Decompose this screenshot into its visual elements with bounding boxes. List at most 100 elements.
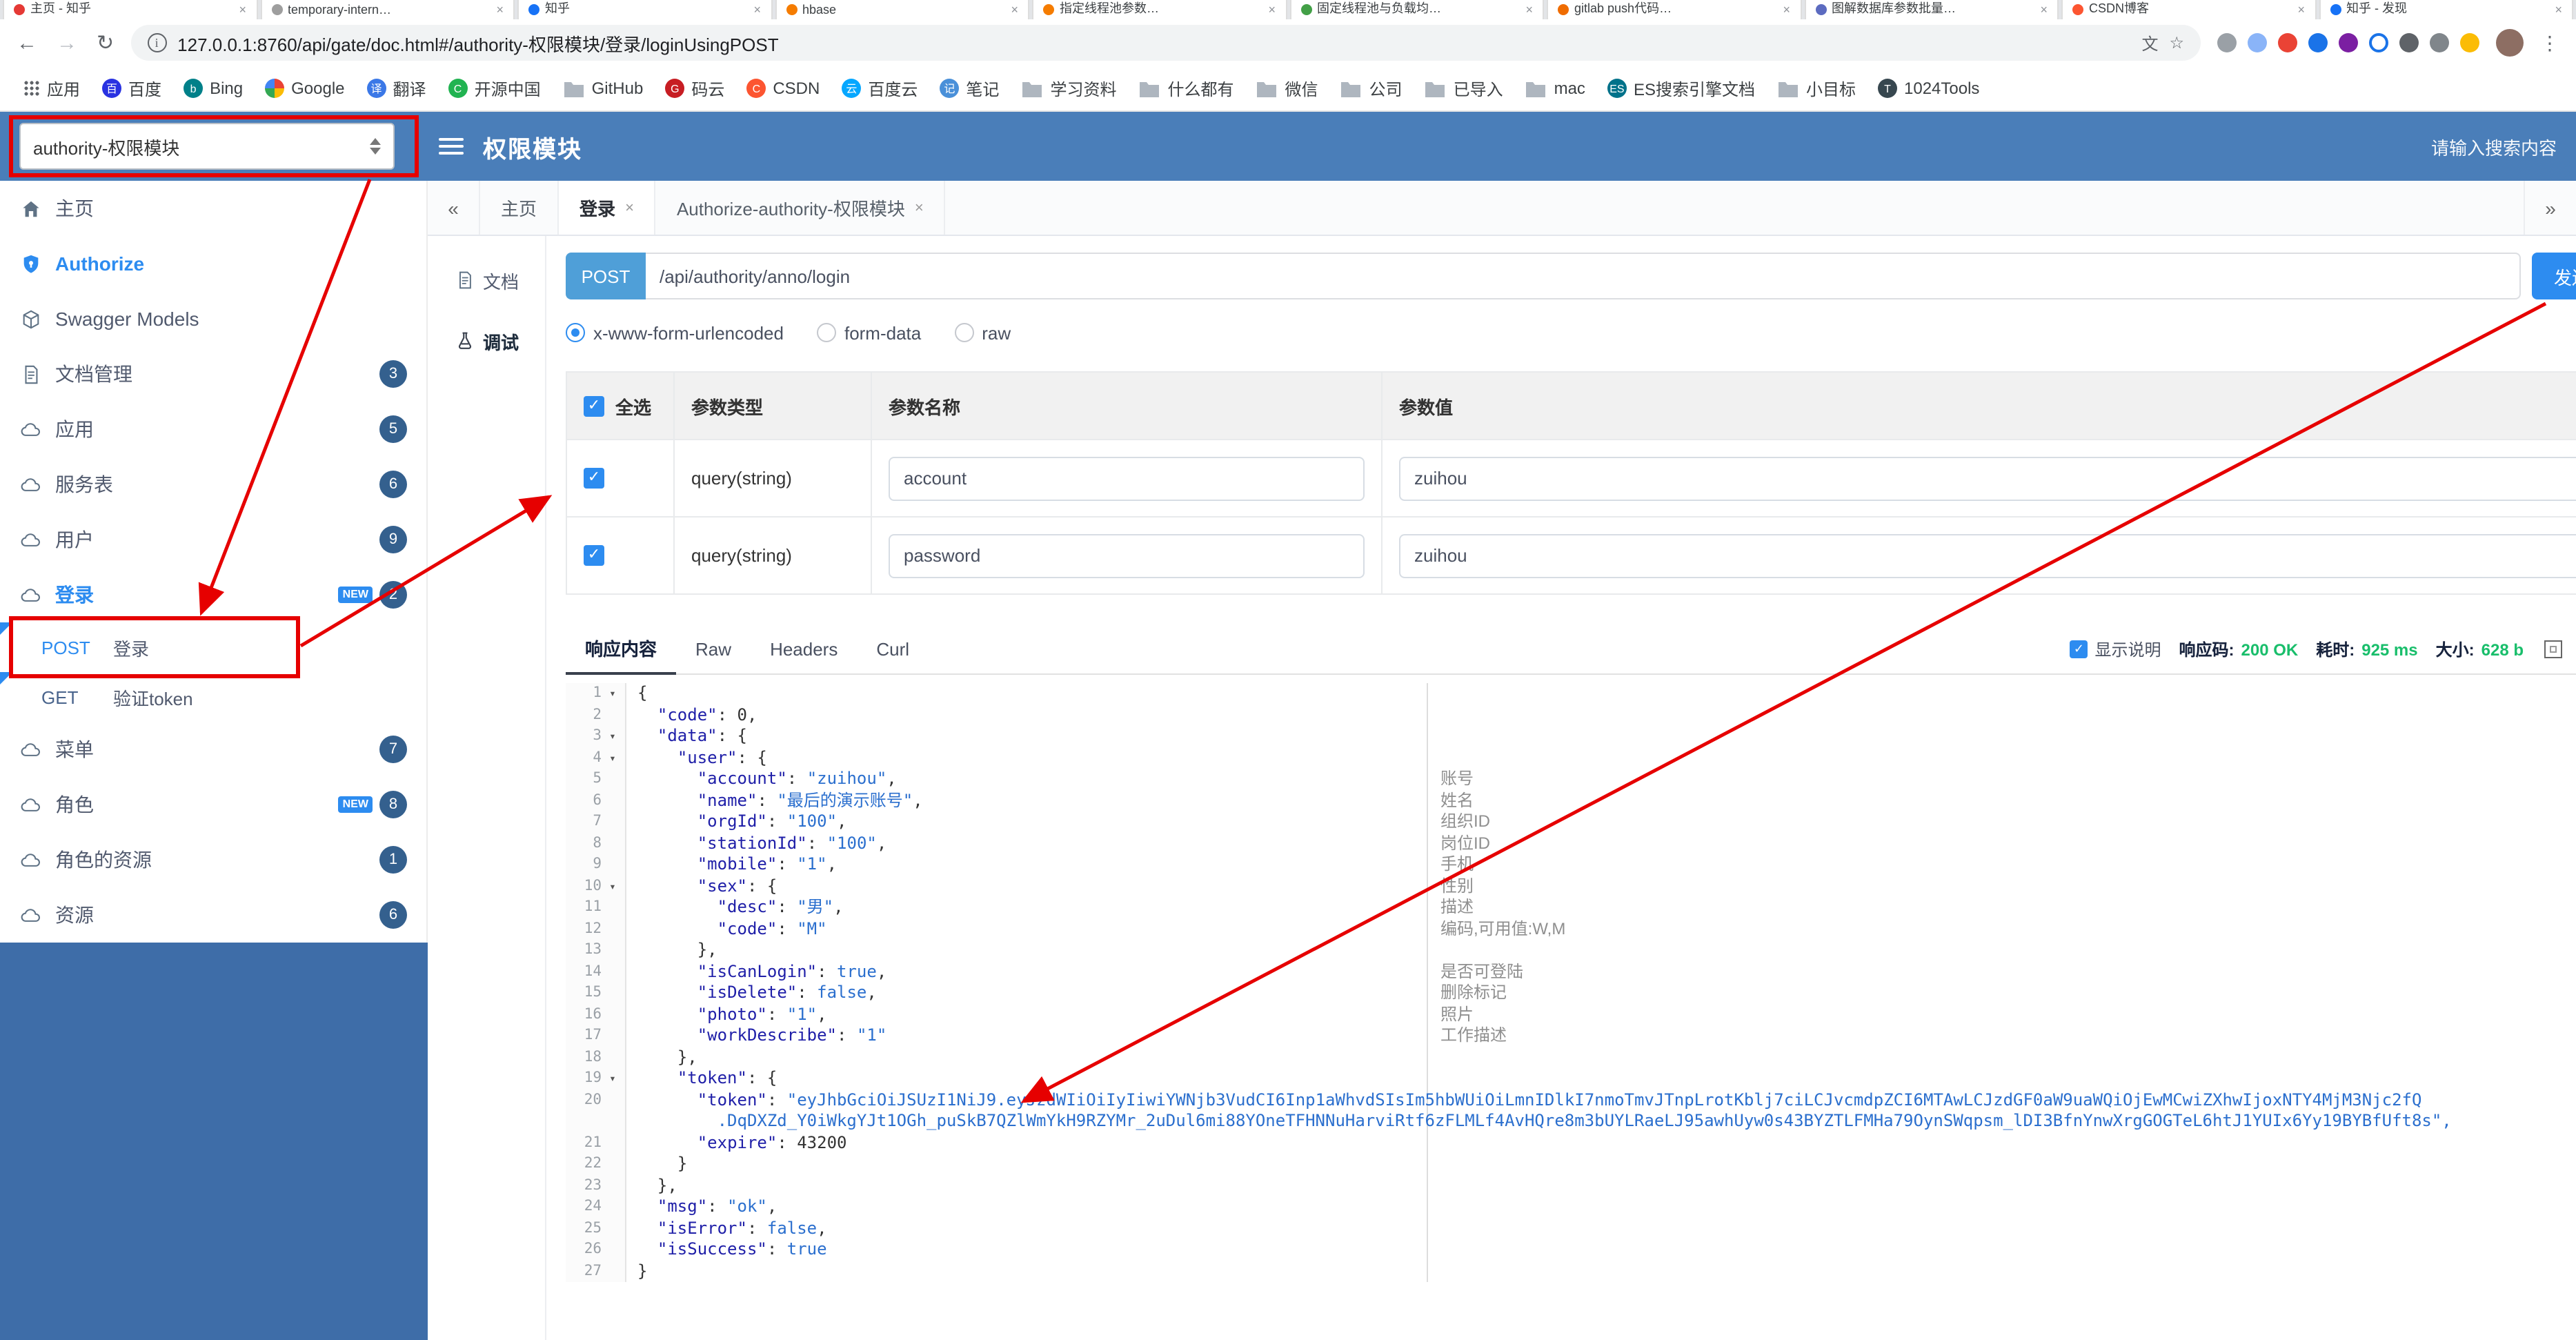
browser-tab[interactable]: 指定线程池参数… × (1032, 0, 1287, 19)
bookmark-item[interactable]: G 码云 (655, 72, 734, 104)
tab-close-icon[interactable]: × (2040, 3, 2048, 17)
bookmark-item[interactable]: 学习资料 (1011, 72, 1126, 104)
bookmark-item[interactable]: 公司 (1331, 72, 1412, 104)
bookmark-item[interactable]: 微信 (1247, 72, 1328, 104)
tab-close-icon[interactable]: × (2297, 3, 2305, 17)
browser-tab[interactable]: 固定线程池与负载均… × (1289, 0, 1544, 19)
sidebar-item-服务表[interactable]: 服务表 6 (0, 457, 426, 512)
google-extension-icon[interactable] (2278, 33, 2297, 52)
body-type-option[interactable]: raw (954, 322, 1011, 343)
sidebar-item-角色[interactable]: 角色 NEW 8 (0, 777, 426, 832)
sidebar-item-文档管理[interactable]: 文档管理 3 (0, 346, 426, 402)
subnav-文档[interactable]: 文档 (428, 250, 545, 311)
browser-tab[interactable]: CSDN博客 × (2061, 0, 2316, 19)
url-text[interactable]: 127.0.0.1:8760/api/gate/doc.html#/author… (177, 30, 2130, 56)
tab-close-icon[interactable]: × (496, 3, 504, 17)
capture-extension-icon[interactable] (2217, 33, 2237, 52)
bookmark-item[interactable]: 已导入 (1415, 72, 1513, 104)
tab-close-icon[interactable]: × (1783, 3, 1790, 17)
reload-icon[interactable]: ↻ (97, 32, 114, 53)
param-checkbox[interactable] (584, 468, 604, 489)
bookmark-item[interactable]: 译翻译 (357, 72, 436, 104)
notes-extension-icon[interactable] (2248, 33, 2267, 52)
sidebar-item-登录[interactable]: 登录 NEW 2 (0, 567, 426, 622)
module-select[interactable]: authority-权限模块 (19, 123, 395, 170)
bookmark-item[interactable]: mac (1516, 75, 1595, 102)
bookmark-item[interactable]: 什么都有 (1129, 72, 1243, 104)
bookmark-item[interactable]: 记笔记 (930, 72, 1009, 104)
response-tab-Curl[interactable]: Curl (857, 624, 929, 674)
bookmark-item[interactable]: 小目标 (1767, 72, 1865, 104)
radio-icon[interactable] (566, 323, 585, 342)
browser-tab[interactable]: 知乎 × (517, 0, 772, 19)
tab-close-icon[interactable]: × (2555, 3, 2562, 17)
fold-toggle-icon[interactable]: ▾ (602, 683, 624, 705)
fold-toggle-icon[interactable]: ▾ (602, 726, 624, 747)
browser-tab[interactable]: 主页 - 知乎 × (3, 0, 257, 19)
tab-close-icon[interactable]: × (625, 199, 634, 216)
response-tab-响应内容[interactable]: 响应内容 (566, 624, 677, 674)
sidebar-op-post-登录[interactable]: POST 登录 (0, 622, 426, 672)
response-tab-Raw[interactable]: Raw (676, 624, 751, 674)
url-bar[interactable]: i 127.0.0.1:8760/api/gate/doc.html#/auth… (130, 25, 2201, 61)
translate-icon[interactable]: 文 (2141, 31, 2158, 55)
tab-close-icon[interactable]: × (239, 3, 246, 17)
bookmark-item[interactable]: ES ES搜索引擎文档 (1598, 72, 1765, 104)
browser-tab[interactable]: temporary-intern… × (260, 0, 515, 19)
radio-icon[interactable] (954, 323, 974, 342)
page-info-icon[interactable]: i (147, 33, 167, 52)
subnav-调试[interactable]: 调试 (428, 311, 545, 371)
purple-extension-icon[interactable] (2339, 33, 2358, 52)
param-value-input[interactable]: zuihou (1399, 533, 2576, 578)
back-icon[interactable]: ← (17, 32, 37, 53)
tab-close-icon[interactable]: × (1525, 3, 1533, 17)
browser-menu-icon[interactable]: ⋮ (2540, 31, 2559, 55)
open-tab-主页[interactable]: 主页 (480, 181, 559, 235)
forward-icon[interactable]: → (57, 32, 77, 53)
tool-extension-icon[interactable] (2430, 33, 2449, 52)
open-tab-Authorize-authority-权限模块[interactable]: Authorize-authority-权限模块 × (656, 181, 946, 235)
tab-close-icon[interactable]: × (915, 199, 924, 216)
bookmark-item[interactable]: C 开源中国 (439, 72, 551, 104)
tabs-scroll-left[interactable]: « (428, 181, 480, 235)
bookmark-item[interactable]: C CSDN (737, 75, 829, 102)
select-all-checkbox[interactable] (584, 395, 604, 416)
sidebar-item-Swagger Models[interactable]: Swagger Models (0, 291, 426, 346)
bookmark-star-icon[interactable]: ☆ (2169, 33, 2184, 52)
browser-tab[interactable]: 知乎 - 发现 × (2319, 0, 2573, 19)
fold-toggle-icon[interactable]: ▾ (602, 747, 624, 769)
sidebar-item-Authorize[interactable]: Authorize (0, 236, 426, 291)
show-desc-checkbox[interactable] (2070, 640, 2088, 658)
radio-icon[interactable] (816, 323, 836, 342)
param-name-input[interactable]: password (889, 533, 1365, 578)
browser-tab[interactable]: hbase × (775, 0, 1029, 19)
send-button[interactable]: 发送 (2532, 253, 2576, 299)
header-search-placeholder[interactable]: 请输入搜索内容 (2431, 133, 2557, 159)
browser-tab[interactable]: 图解数据库参数批量… × (1804, 0, 2059, 19)
fold-toggle-icon[interactable]: ▾ (602, 876, 624, 897)
sidebar-op-get-验证token[interactable]: GET 验证token (0, 672, 426, 722)
body-type-option[interactable]: x-www-form-urlencoded (566, 322, 784, 343)
hamburger-icon[interactable] (439, 138, 464, 155)
sidebar-item-主页[interactable]: 主页 (0, 181, 426, 236)
tab-close-icon[interactable]: × (1011, 3, 1018, 17)
response-tab-Headers[interactable]: Headers (751, 624, 857, 674)
browser-tab[interactable]: gitlab push代码… × (1547, 0, 1801, 19)
param-checkbox[interactable] (584, 545, 604, 566)
bookmark-item[interactable]: T 1024Tools (1868, 75, 1989, 102)
bookmark-item[interactable]: 应用 (14, 72, 90, 104)
shield-extension-icon[interactable] (2399, 33, 2419, 52)
bookmark-item[interactable]: Google (255, 75, 354, 102)
sidebar-item-应用[interactable]: 应用 5 (0, 402, 426, 457)
ring-extension-icon[interactable] (2369, 33, 2388, 52)
bookmark-item[interactable]: 云百度云 (832, 72, 927, 104)
tab-close-icon[interactable]: × (753, 3, 761, 17)
param-name-input[interactable]: account (889, 456, 1365, 500)
fullscreen-icon[interactable] (2544, 640, 2562, 658)
pinwheel-extension-icon[interactable] (2460, 33, 2479, 52)
fold-toggle-icon[interactable]: ▾ (602, 1068, 624, 1090)
bookmark-item[interactable]: b Bing (174, 75, 252, 102)
request-path-input[interactable]: /api/authority/anno/login (646, 253, 2521, 299)
tab-close-icon[interactable]: × (1268, 3, 1276, 17)
blue-extension-icon[interactable] (2308, 33, 2328, 52)
